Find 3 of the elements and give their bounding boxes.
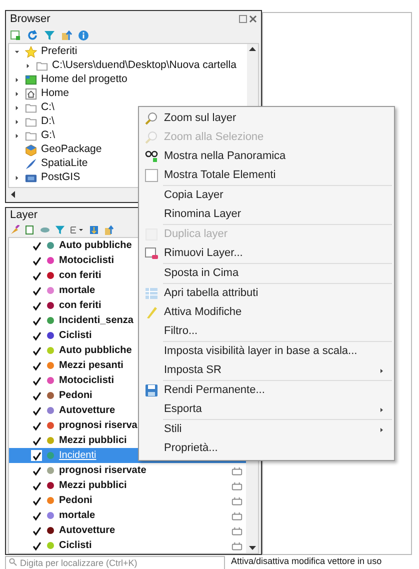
panel-title: Layer [10,208,38,224]
panel-title: Browser [10,12,50,27]
status-message: Attiva/disattiva modifica vettore in uso [231,555,382,568]
